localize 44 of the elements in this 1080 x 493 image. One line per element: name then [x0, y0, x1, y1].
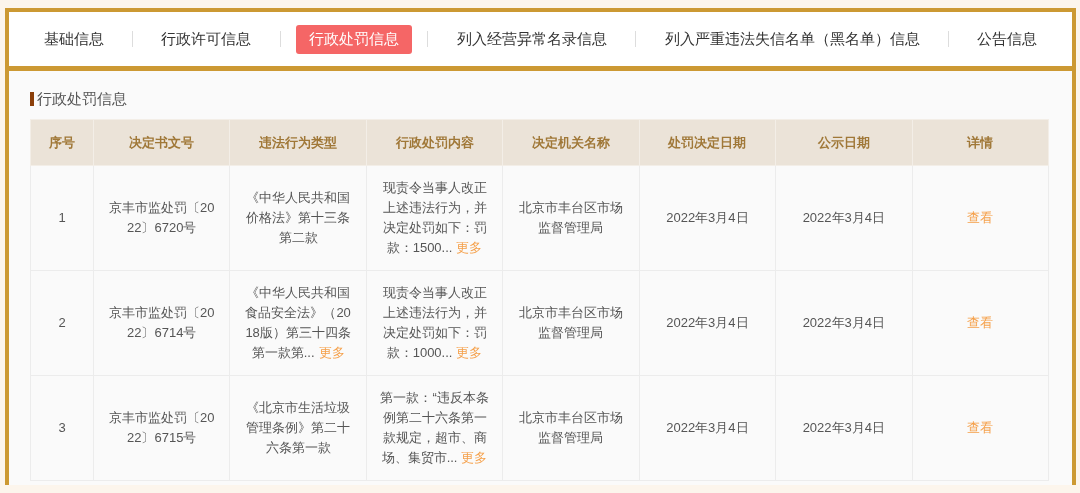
- tab[interactable]: 公告信息: [964, 24, 1051, 54]
- table-cell: 北京市丰台区市场监督管理局: [502, 165, 640, 271]
- table-cell-text: 现责令当事人改正上述违法行为，并决定处罚如下：罚款：1500... 更多: [381, 179, 488, 257]
- table-cell: 北京市丰台区市场监督管理局: [502, 270, 640, 376]
- column-header: 决定书文号: [93, 119, 230, 166]
- column-header: 行政处罚内容: [366, 119, 503, 166]
- section-marker: [30, 92, 34, 106]
- more-link[interactable]: 更多: [456, 345, 483, 360]
- column-header: 详情: [912, 119, 1049, 166]
- column-header: 决定机关名称: [502, 119, 640, 166]
- table-cell: 2022年3月4日: [639, 165, 776, 271]
- table-cell: 3: [30, 375, 94, 481]
- view-link[interactable]: 查看: [967, 420, 994, 435]
- table-cell-text: 现责令当事人改正上述违法行为，并决定处罚如下：罚款：1000... 更多: [381, 284, 488, 362]
- table-cell: 2022年3月4日: [639, 375, 776, 481]
- more-link[interactable]: 更多: [318, 345, 345, 360]
- view-link[interactable]: 查看: [967, 315, 994, 330]
- table-cell: 2022年3月4日: [775, 270, 913, 376]
- tab[interactable]: 基础信息: [30, 24, 117, 54]
- view-link[interactable]: 查看: [967, 210, 994, 225]
- section-title: 行政处罚信息: [37, 89, 127, 109]
- table-cell: 2: [30, 270, 94, 376]
- table-cell-text: 第一款：“违反本条例第二十六条第一款规定，超市、商场、集贸市... 更多: [379, 389, 490, 467]
- table-cell: 京丰市监处罚〔2022〕6715号: [93, 375, 230, 481]
- table-cell: 京丰市监处罚〔2022〕6720号: [93, 165, 230, 271]
- tab[interactable]: 列入严重违法失信名单（黑名单）信息: [651, 24, 933, 54]
- more-link[interactable]: 更多: [461, 450, 488, 465]
- column-header: 序号: [30, 119, 94, 166]
- tab[interactable]: 行政处罚信息: [296, 24, 413, 54]
- table-cell: 京丰市监处罚〔2022〕6714号: [93, 270, 230, 376]
- tab[interactable]: 列入经营异常名录信息: [443, 24, 620, 54]
- column-header: 处罚决定日期: [639, 119, 776, 166]
- table-cell-text: 《中华人民共和国价格法》第十三条第二款: [245, 189, 352, 247]
- column-header: 公示日期: [775, 119, 913, 166]
- more-link[interactable]: 更多: [456, 240, 483, 255]
- table-cell-text: 《中华人民共和国食品安全法》（2018版）第三十四条第一款第... 更多: [244, 284, 352, 362]
- tab[interactable]: 行政许可信息: [148, 24, 265, 54]
- table-cell: 2022年3月4日: [775, 375, 913, 481]
- table-cell-text: 《北京市生活垃圾管理条例》第二十六条第一款: [245, 399, 352, 457]
- table-cell: 2022年3月4日: [775, 165, 913, 271]
- table-cell: 2022年3月4日: [639, 270, 776, 376]
- table-cell: 1: [30, 165, 94, 271]
- column-header: 违法行为类型: [229, 119, 367, 166]
- table-cell: 北京市丰台区市场监督管理局: [502, 375, 640, 481]
